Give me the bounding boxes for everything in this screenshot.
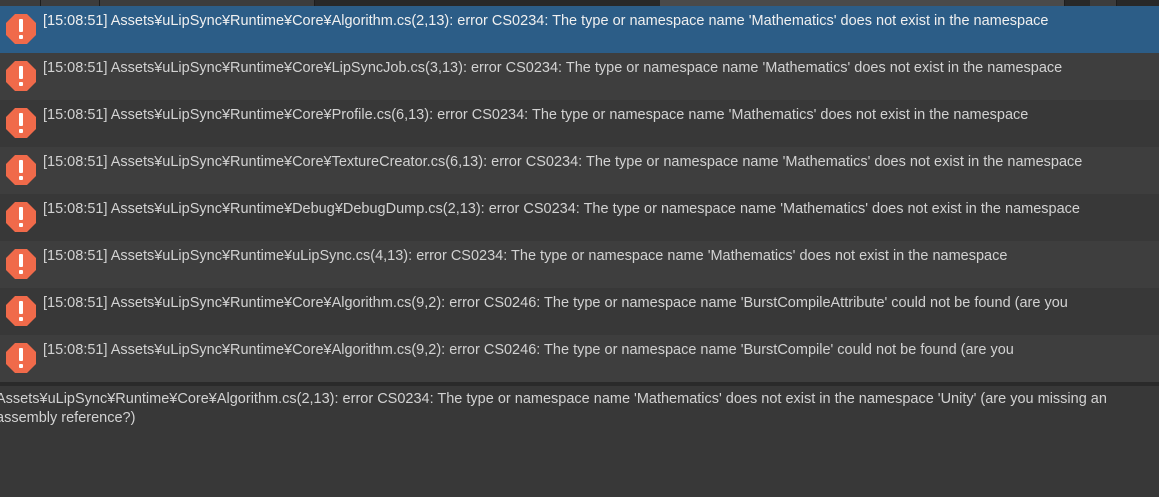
log-list[interactable]: [15:08:51] Assets¥uLipSync¥Runtime¥Core¥…: [0, 6, 1159, 382]
console-window: [15:08:51] Assets¥uLipSync¥Runtime¥Core¥…: [0, 0, 1159, 497]
log-entry-text: [15:08:51] Assets¥uLipSync¥Runtime¥Core¥…: [43, 13, 1049, 29]
log-entry[interactable]: [15:08:51] Assets¥uLipSync¥Runtime¥uLipS…: [0, 241, 1159, 288]
log-entry[interactable]: [15:08:51] Assets¥uLipSync¥Runtime¥Core¥…: [0, 335, 1159, 382]
error-icon: [6, 14, 36, 44]
error-icon: [6, 343, 36, 373]
log-entry[interactable]: [15:08:51] Assets¥uLipSync¥Runtime¥Debug…: [0, 194, 1159, 241]
log-entry-text: [15:08:51] Assets¥uLipSync¥Runtime¥Core¥…: [43, 60, 1063, 76]
log-entry-text: [15:08:51] Assets¥uLipSync¥Runtime¥Debug…: [43, 201, 1080, 217]
log-detail-pane[interactable]: Assets¥uLipSync¥Runtime¥Core¥Algorithm.c…: [0, 386, 1159, 497]
log-entry[interactable]: [15:08:51] Assets¥uLipSync¥Runtime¥Core¥…: [0, 147, 1159, 194]
log-entry[interactable]: [15:08:51] Assets¥uLipSync¥Runtime¥Core¥…: [0, 288, 1159, 335]
log-entry-text: [15:08:51] Assets¥uLipSync¥Runtime¥Core¥…: [43, 107, 1029, 123]
error-icon: [6, 249, 36, 279]
log-entry[interactable]: [15:08:51] Assets¥uLipSync¥Runtime¥Core¥…: [0, 6, 1159, 53]
error-icon: [6, 108, 36, 138]
error-icon: [6, 296, 36, 326]
log-entry-text: [15:08:51] Assets¥uLipSync¥Runtime¥uLipS…: [43, 248, 1008, 264]
log-detail-text: Assets¥uLipSync¥Runtime¥Core¥Algorithm.c…: [0, 391, 1107, 426]
log-entry[interactable]: [15:08:51] Assets¥uLipSync¥Runtime¥Core¥…: [0, 53, 1159, 100]
log-entry-text: [15:08:51] Assets¥uLipSync¥Runtime¥Core¥…: [43, 295, 1068, 311]
log-entry[interactable]: [15:08:51] Assets¥uLipSync¥Runtime¥Core¥…: [0, 100, 1159, 147]
log-entry-text: [15:08:51] Assets¥uLipSync¥Runtime¥Core¥…: [43, 154, 1083, 170]
error-icon: [6, 202, 36, 232]
error-icon: [6, 61, 36, 91]
log-entry-text: [15:08:51] Assets¥uLipSync¥Runtime¥Core¥…: [43, 342, 1014, 358]
error-icon: [6, 155, 36, 185]
